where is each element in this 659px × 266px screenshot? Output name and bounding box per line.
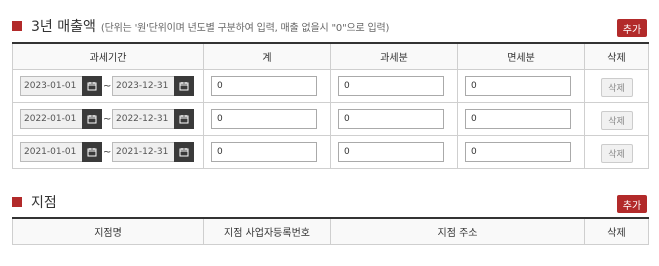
start-date-input[interactable]: 2022-01-01 bbox=[20, 109, 82, 129]
delete-row-button[interactable]: 삭제 bbox=[600, 77, 633, 97]
calendar-icon[interactable] bbox=[174, 109, 194, 129]
add-branch-button[interactable]: 추가 bbox=[617, 195, 647, 213]
column-header-exempt: 면세분 bbox=[457, 42, 585, 70]
calendar-icon[interactable] bbox=[174, 142, 194, 162]
period-separator: ~ bbox=[103, 113, 112, 125]
sales-section-note: (단위는 '원'단위이며 년도별 구분하여 입력, 매출 없을시 "0"으로 입… bbox=[100, 22, 390, 34]
calendar-icon[interactable] bbox=[82, 76, 102, 96]
total-cell: 0 bbox=[203, 102, 331, 136]
period-separator: ~ bbox=[103, 146, 112, 158]
branch-table: 지점명 지점 사업자등록번호 지점 주소 삭제 bbox=[12, 217, 649, 245]
taxable-cell: 0 bbox=[330, 102, 458, 136]
end-date-input[interactable]: 2023-12-31 bbox=[112, 76, 174, 96]
exempt-input[interactable]: 0 bbox=[465, 76, 571, 96]
table-row: 2021-01-01 ~ 2021-12-31 0 0 0 삭제 bbox=[12, 135, 649, 169]
add-sales-button[interactable]: 추가 bbox=[617, 19, 647, 37]
exempt-cell: 0 bbox=[457, 135, 585, 169]
square-icon bbox=[12, 197, 22, 207]
start-date-input[interactable]: 2023-01-01 bbox=[20, 76, 82, 96]
taxable-input[interactable]: 0 bbox=[338, 142, 444, 162]
period-cell: 2021-01-01 ~ 2021-12-31 bbox=[12, 135, 204, 169]
calendar-icon[interactable] bbox=[174, 76, 194, 96]
total-input[interactable]: 0 bbox=[211, 109, 317, 129]
start-date-input[interactable]: 2021-01-01 bbox=[20, 142, 82, 162]
delete-cell: 삭제 bbox=[584, 69, 649, 103]
sales-table: 과세기간 계 과세분 면세분 삭제 2023-01-01 ~ 2023-12-3… bbox=[12, 42, 649, 169]
period-range: 2022-01-01 ~ 2022-12-31 bbox=[20, 109, 203, 129]
column-header-period: 과세기간 bbox=[12, 42, 204, 70]
total-cell: 0 bbox=[203, 69, 331, 103]
column-header-branch-address: 지점 주소 bbox=[330, 217, 585, 245]
column-header-branch-business-number: 지점 사업자등록번호 bbox=[203, 217, 331, 245]
end-date-picker: 2023-12-31 bbox=[112, 76, 194, 96]
branch-table-header: 지점명 지점 사업자등록번호 지점 주소 삭제 bbox=[12, 217, 649, 245]
period-cell: 2022-01-01 ~ 2022-12-31 bbox=[12, 102, 204, 136]
end-date-input[interactable]: 2021-12-31 bbox=[112, 142, 174, 162]
start-date-picker: 2021-01-01 bbox=[20, 142, 102, 162]
exempt-cell: 0 bbox=[457, 102, 585, 136]
end-date-input[interactable]: 2022-12-31 bbox=[112, 109, 174, 129]
period-range: 2023-01-01 ~ 2023-12-31 bbox=[20, 76, 203, 96]
column-header-delete: 삭제 bbox=[584, 42, 649, 70]
period-cell: 2023-01-01 ~ 2023-12-31 bbox=[12, 69, 204, 103]
branch-section-title: 지점 bbox=[31, 195, 57, 211]
taxable-cell: 0 bbox=[330, 135, 458, 169]
branch-section-header: 지점 bbox=[12, 192, 57, 212]
calendar-icon[interactable] bbox=[82, 109, 102, 129]
column-header-delete: 삭제 bbox=[584, 217, 649, 245]
delete-cell: 삭제 bbox=[584, 102, 649, 136]
delete-row-button[interactable]: 삭제 bbox=[600, 110, 633, 130]
taxable-input[interactable]: 0 bbox=[338, 109, 444, 129]
taxable-input[interactable]: 0 bbox=[338, 76, 444, 96]
sales-section-header: 3년 매출액 (단위는 '원'단위이며 년도별 구분하여 입력, 매출 없을시 … bbox=[12, 16, 389, 36]
exempt-input[interactable]: 0 bbox=[465, 109, 571, 129]
table-row: 2023-01-01 ~ 2023-12-31 0 0 0 삭제 bbox=[12, 69, 649, 103]
taxable-cell: 0 bbox=[330, 69, 458, 103]
delete-row-button[interactable]: 삭제 bbox=[600, 143, 633, 163]
total-cell: 0 bbox=[203, 135, 331, 169]
total-input[interactable]: 0 bbox=[211, 76, 317, 96]
sales-section-title: 3년 매출액 bbox=[31, 19, 96, 35]
exempt-cell: 0 bbox=[457, 69, 585, 103]
exempt-input[interactable]: 0 bbox=[465, 142, 571, 162]
end-date-picker: 2022-12-31 bbox=[112, 109, 194, 129]
end-date-picker: 2021-12-31 bbox=[112, 142, 194, 162]
sales-table-header: 과세기간 계 과세분 면세분 삭제 bbox=[12, 42, 649, 70]
square-icon bbox=[12, 21, 22, 31]
start-date-picker: 2023-01-01 bbox=[20, 76, 102, 96]
delete-cell: 삭제 bbox=[584, 135, 649, 169]
column-header-total: 계 bbox=[203, 42, 331, 70]
period-range: 2021-01-01 ~ 2021-12-31 bbox=[20, 142, 203, 162]
start-date-picker: 2022-01-01 bbox=[20, 109, 102, 129]
calendar-icon[interactable] bbox=[82, 142, 102, 162]
table-row: 2022-01-01 ~ 2022-12-31 0 0 0 삭제 bbox=[12, 102, 649, 136]
column-header-branch-name: 지점명 bbox=[12, 217, 204, 245]
total-input[interactable]: 0 bbox=[211, 142, 317, 162]
column-header-taxable: 과세분 bbox=[330, 42, 458, 70]
period-separator: ~ bbox=[103, 80, 112, 92]
